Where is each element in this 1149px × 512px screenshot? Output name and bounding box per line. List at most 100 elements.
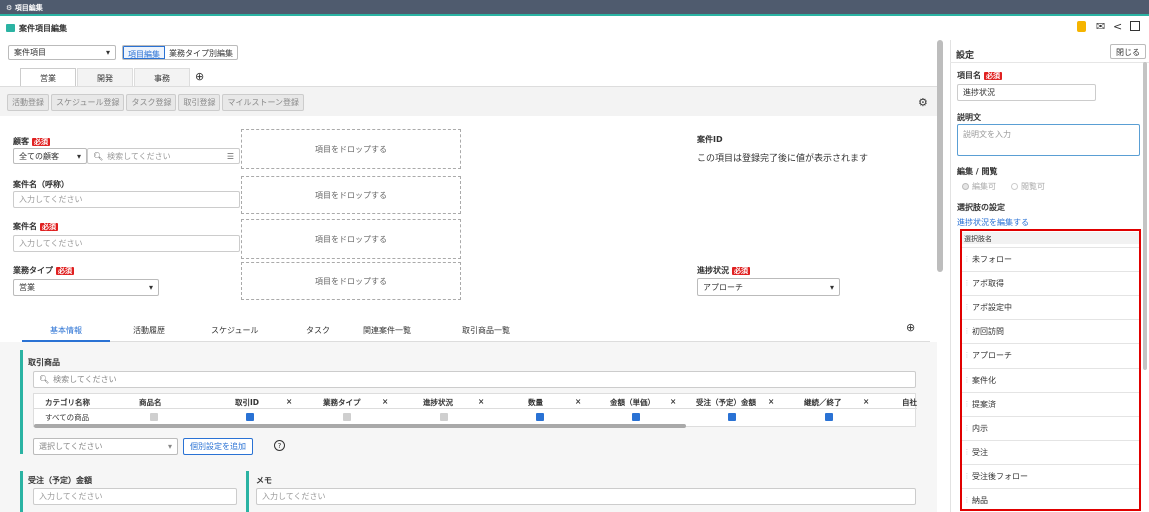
- drop-zone[interactable]: 項目をドロップする: [241, 219, 461, 259]
- section-accent: [20, 350, 23, 454]
- progress-value: アプローチ: [703, 282, 743, 292]
- name-alias-label: 案件名（呼称）: [13, 180, 69, 189]
- checkbox[interactable]: [536, 413, 544, 421]
- drop-zone[interactable]: 項目をドロップする: [241, 176, 461, 214]
- products-search-input[interactable]: 🔍︎ 検索してください: [33, 371, 916, 388]
- products-title: 取引商品: [28, 358, 60, 367]
- tab-sales[interactable]: 営業: [20, 68, 76, 86]
- customer-scope-select[interactable]: 全ての顧客 ▾: [13, 148, 87, 164]
- edit-view-label: 編集 / 閲覧: [957, 167, 998, 176]
- help-icon[interactable]: ?: [274, 440, 285, 451]
- radio-icon: [962, 183, 969, 190]
- add-tab-icon[interactable]: ⊕: [906, 321, 915, 334]
- required-badge: 必須: [40, 223, 58, 231]
- view-radio[interactable]: 閲覧可: [1011, 181, 1045, 192]
- tab-schedule[interactable]: スケジュール: [211, 325, 258, 336]
- mode-type-button[interactable]: 業務タイプ別編集: [165, 46, 237, 59]
- progress-label: 進捗状況 必須: [697, 266, 750, 275]
- checkbox[interactable]: [440, 413, 448, 421]
- lock-icon[interactable]: [1077, 21, 1086, 32]
- tab-office[interactable]: 事務: [134, 68, 190, 86]
- name-alias-input[interactable]: 入力してください: [13, 191, 240, 208]
- close-icon[interactable]: ×: [768, 397, 774, 406]
- activity-register-button[interactable]: 活動登録: [7, 94, 49, 111]
- description-input[interactable]: 説明文を入力: [957, 124, 1140, 156]
- business-type-value: 営業: [19, 283, 35, 292]
- column-header: 受注（予定）金額: [696, 398, 756, 407]
- edit-choices-link[interactable]: 進捗状況を編集する: [957, 217, 1029, 228]
- mail-icon[interactable]: ✉: [1096, 20, 1105, 33]
- panel-scrollbar[interactable]: [1143, 62, 1147, 370]
- products-table: カテゴリ名称 商品名 取引ID × 業務タイプ × 進捗状況 × 数量 × 金額…: [33, 393, 917, 428]
- task-register-button[interactable]: タスク登録: [126, 94, 177, 111]
- checkbox[interactable]: [632, 413, 640, 421]
- external-link-icon[interactable]: [1130, 21, 1140, 31]
- search-icon: 🔍︎: [39, 375, 50, 384]
- milestone-register-button[interactable]: マイルストーン登録: [222, 94, 305, 111]
- tab-task[interactable]: タスク: [306, 325, 330, 336]
- close-icon[interactable]: ×: [286, 397, 292, 406]
- checkbox[interactable]: [150, 413, 158, 421]
- business-type-select[interactable]: 営業 ▾: [13, 279, 159, 296]
- radio-icon: [1011, 183, 1018, 190]
- tab-related-deals[interactable]: 関連案件一覧: [363, 325, 411, 336]
- folder-icon: [6, 24, 15, 32]
- memo-input[interactable]: 入力してください: [256, 488, 916, 505]
- column-header: 金額（単価）: [610, 398, 655, 407]
- add-tab-icon[interactable]: ⊕: [195, 70, 204, 83]
- column-header: 取引ID: [235, 398, 260, 407]
- row-label: すべての商品: [45, 413, 90, 422]
- share-icon[interactable]: <: [1113, 20, 1122, 33]
- chevron-down-icon: ▾: [105, 48, 110, 57]
- name-label: 案件名 必須: [13, 222, 58, 231]
- close-icon[interactable]: ×: [670, 397, 676, 406]
- progress-select[interactable]: アプローチ ▾: [697, 278, 840, 296]
- checkbox[interactable]: [343, 413, 351, 421]
- drop-zone[interactable]: 項目をドロップする: [241, 262, 461, 300]
- column-header: 業務タイプ: [323, 398, 361, 407]
- filter-icon[interactable]: ☰: [227, 152, 234, 161]
- schedule-register-button[interactable]: スケジュール登録: [51, 94, 125, 111]
- required-badge: 必須: [56, 267, 74, 275]
- tab-dev[interactable]: 開発: [77, 68, 133, 86]
- section-accent: [246, 471, 249, 512]
- name-input[interactable]: 入力してください: [13, 235, 240, 252]
- tab-deal-products[interactable]: 取引商品一覧: [462, 325, 510, 336]
- checkbox[interactable]: [246, 413, 254, 421]
- mode-edit-button[interactable]: 項目編集: [123, 46, 165, 59]
- amount-label: 受注（予定）金額: [28, 476, 92, 485]
- drop-zone[interactable]: 項目をドロップする: [241, 129, 461, 169]
- amount-input[interactable]: 入力してください: [33, 488, 237, 505]
- choices-label: 選択肢の設定: [957, 203, 1005, 212]
- table-row: すべての商品: [34, 410, 917, 423]
- close-icon[interactable]: ×: [478, 397, 484, 406]
- object-select[interactable]: 案件項目 ▾: [8, 45, 116, 60]
- horizontal-scrollbar[interactable]: [34, 424, 686, 428]
- product-select[interactable]: 選択してください ▾: [33, 438, 178, 455]
- checkbox[interactable]: [728, 413, 736, 421]
- deal-register-button[interactable]: 取引登録: [178, 94, 221, 111]
- edit-radio[interactable]: 編集可: [962, 181, 996, 192]
- gear-icon: ⚙: [6, 4, 13, 12]
- close-icon[interactable]: ×: [575, 397, 581, 406]
- deal-id-label: 案件ID: [697, 135, 723, 144]
- column-header: 数量: [528, 398, 543, 407]
- tab-activity-history[interactable]: 活動履歴: [133, 325, 165, 336]
- checkbox[interactable]: [825, 413, 833, 421]
- chevron-down-icon: ▾: [148, 283, 153, 292]
- customer-search-input[interactable]: 🔍︎ 検索してください ☰: [87, 148, 240, 164]
- search-placeholder: 検索してください: [107, 151, 171, 161]
- close-icon[interactable]: ×: [863, 397, 869, 406]
- chevron-down-icon: ▾: [829, 282, 834, 292]
- close-icon[interactable]: ×: [382, 397, 388, 406]
- tab-label: 事務: [154, 74, 170, 83]
- search-icon: 🔍︎: [93, 151, 104, 161]
- main-scrollbar[interactable]: [937, 40, 943, 272]
- close-panel-button[interactable]: 閉じる: [1110, 44, 1146, 59]
- item-name-input[interactable]: 進捗状況: [957, 84, 1096, 101]
- add-custom-setting-button[interactable]: 個別設定を追加: [183, 438, 253, 455]
- page-title: 案件項目編集: [19, 24, 67, 33]
- tab-basic-info[interactable]: 基本情報: [22, 318, 110, 342]
- column-header: 商品名: [139, 398, 162, 407]
- gear-icon[interactable]: ⚙: [918, 96, 928, 109]
